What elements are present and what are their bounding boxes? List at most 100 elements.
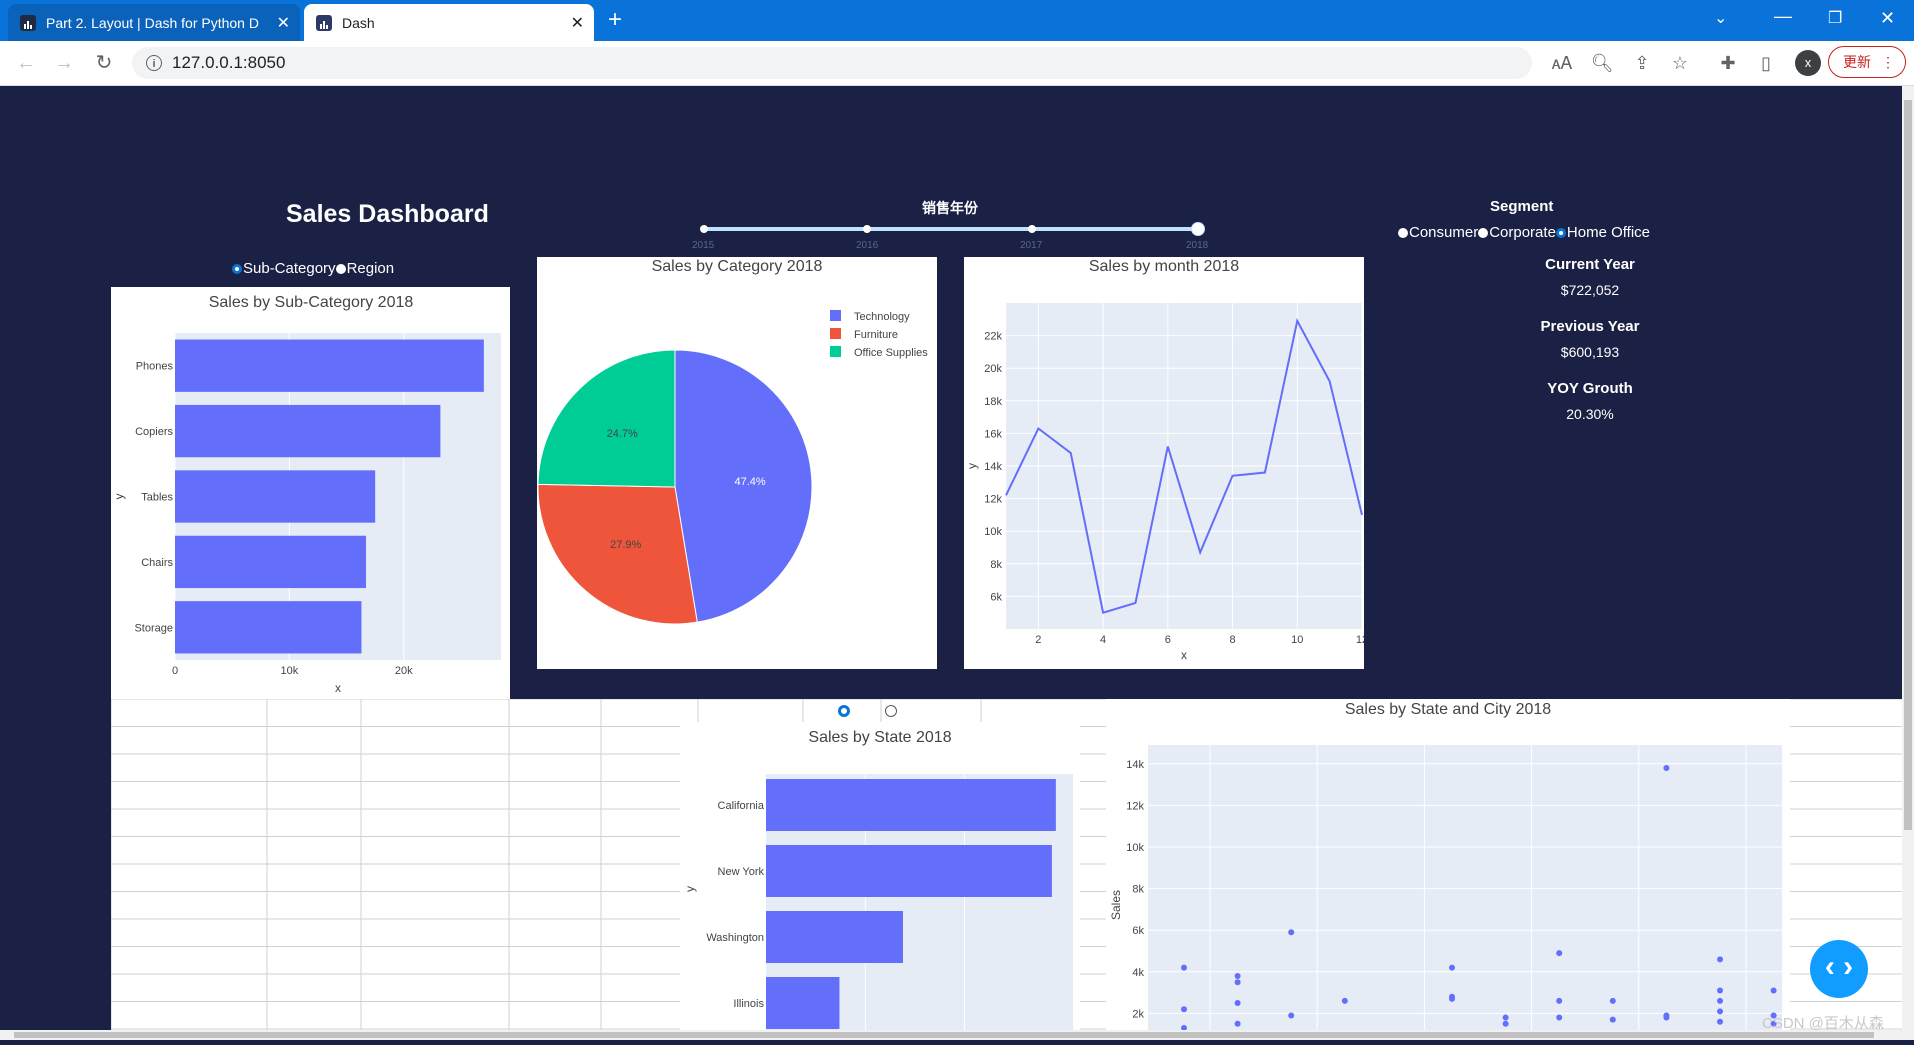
tick-label: 20k [984,363,1002,375]
page-title: Sales Dashboard [286,200,489,228]
bar [766,977,840,1029]
subcategory-bar-chart: Sales by Sub-Category 2018 Phones Copiers T… [112,294,501,695]
url-text: 127.0.0.1:8050 [172,53,286,72]
tick-label: Washington [706,932,764,944]
legend-swatch [830,328,841,339]
scatter-point [1556,950,1563,957]
reload-icon[interactable]: ↻ [92,51,116,75]
zoom-icon[interactable]: 🔍︎ [1590,51,1614,75]
tick-label: 8k [990,559,1002,571]
radio-button-icon[interactable] [885,704,898,717]
slider-dot[interactable] [1028,225,1036,233]
scatter-point [1288,929,1295,936]
tick-label: 12k [1126,800,1144,812]
scroll-thumb[interactable] [1904,100,1912,830]
tab-title: Part 2. Layout | Dash for Python D [46,14,259,31]
legend-label: Office Supplies [854,347,928,359]
tick-label: 6k [1132,925,1144,937]
scatter-point [1502,1014,1509,1021]
restore-icon[interactable]: ❐ [1828,8,1842,28]
tick-label: 6 [1165,634,1171,646]
scatter-point [1556,997,1563,1004]
browser-tab-dash-docs[interactable]: Part 2. Layout | Dash for Python D ✕ [8,4,300,41]
kpi-value: $600,193 [1560,344,1620,360]
kpi-label: Current Year [1545,256,1635,273]
legend-swatch [830,310,841,321]
subcategory-chart-panel: Sales by Sub-Category 2018 Phones Copiers T… [111,287,510,699]
side-panel-icon[interactable]: ▯ [1754,51,1778,75]
tick-label: 6k [990,591,1002,603]
back-icon[interactable]: ← [14,51,38,75]
kpi-panel: Current Year $722,052 Previous Year $600… [1490,256,1690,432]
scatter-point [1717,1018,1724,1025]
bookmark-star-icon[interactable]: ☆ [1668,51,1692,75]
close-window-icon[interactable]: ✕ [1880,8,1895,29]
profile-avatar[interactable]: x [1795,50,1821,76]
tick-label: New York [718,866,765,878]
tick-label: 20k [395,665,413,677]
minimize-icon[interactable]: — [1774,6,1792,27]
category-pie-chart: Sales by Category 2018 47.4% 27.9% 24.7% Tec… [537,258,928,625]
bar [175,535,367,589]
share-icon[interactable]: ⇪ [1630,51,1654,75]
radio-corporate[interactable]: Corporate [1478,224,1556,241]
forward-icon[interactable]: → [52,51,76,75]
month-line-chart: Sales by month 2018 2 4 6 8 10 12 6k 8k 10k 12k 14k… [965,258,1368,662]
close-tab-icon[interactable]: ✕ [277,13,290,33]
horizontal-scrollbar[interactable] [0,1030,1902,1040]
tick-label: Copiers [135,426,173,438]
kpi-label: Previous Year [1540,318,1640,335]
tick-label: 14k [984,461,1002,473]
chart-title: Sales by Sub-Category 2018 [209,294,414,311]
category-chart-panel: Sales by Category 2018 47.4% 27.9% 24.7% Tec… [537,257,937,669]
scroll-thumb[interactable] [14,1032,1874,1038]
radio-button-icon [232,264,242,275]
radio-consumer[interactable]: Consumer [1398,224,1478,241]
extensions-icon[interactable]: ✚ [1716,51,1740,75]
scatter-point [1556,1014,1563,1021]
slider-mark: 2015 [692,240,715,251]
chart-title: Sales by Category 2018 [652,258,823,275]
radio-home-office[interactable]: Home Office [1555,224,1650,241]
close-tab-icon[interactable]: ✕ [571,13,584,33]
kpi-label: YOY Grouth [1547,380,1633,397]
radio-button-icon[interactable] [838,704,850,717]
browser-tab-dash[interactable]: Dash ✕ [304,4,594,41]
radio-region[interactable]: Region [335,260,394,277]
address-bar[interactable]: i 127.0.0.1:8050 [132,47,1532,79]
scatter-point [1663,764,1670,771]
month-chart-panel: Sales by month 2018 2 4 6 8 10 12 6k 8k 10k 12k 14k… [964,257,1368,669]
slider-dot[interactable] [863,225,871,233]
radio-sub-category[interactable]: Sub-Category [232,260,336,277]
segment-radio-group: Consumer Corporate Home Office [1398,224,1650,241]
tick-label: 22k [984,331,1002,343]
tick-label: 2 [1035,634,1041,646]
dimension-radio-group: Sub-Category Region [232,260,394,277]
scatter-point [1717,1008,1724,1015]
tick-label: 4 [1100,634,1106,646]
tab-search-chevron-icon[interactable]: ⌄ [1714,8,1727,28]
tick-label: 10k [984,526,1002,538]
state-city-chart-panel: Sales by State and City 2018 2k 4k 6k 8k 10k 1… [1106,699,1790,1045]
year-slider[interactable]: 2015 2016 2017 2018 [692,222,1208,252]
site-info-icon[interactable]: i [146,55,162,71]
translate-icon[interactable]: 🗚 [1550,51,1574,75]
tick-label: 10k [281,665,299,677]
chart-title: Sales by State and City 2018 [1345,701,1551,718]
update-button[interactable]: 更新 ⋮ [1828,46,1906,78]
new-tab-icon[interactable]: + [608,6,622,34]
scatter-point [1234,979,1241,986]
slider-dot[interactable] [700,225,708,233]
code-brackets-icon: ‹ › [1824,950,1854,983]
scatter-point [1181,964,1187,971]
state-bar-chart: Sales by State 2018 California New York Was… [683,729,1073,1044]
tick-label: 4k [1132,967,1144,979]
slider-handle[interactable] [1191,222,1205,236]
tick-label: 0 [172,665,178,677]
code-toggle-button[interactable]: ‹ › [1810,940,1868,998]
scatter-point [1502,1020,1509,1027]
vertical-scrollbar[interactable] [1902,86,1914,1040]
scatter-point [1717,956,1724,963]
scatter-point [1717,997,1724,1004]
bar [175,601,362,654]
